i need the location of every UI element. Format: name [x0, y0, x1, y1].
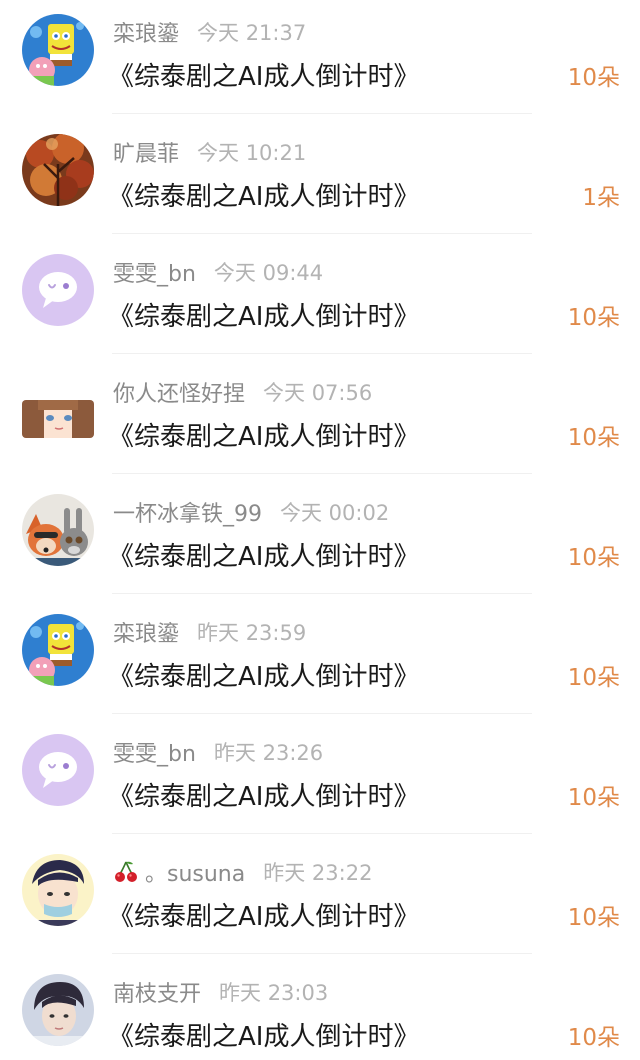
user-name[interactable]: 。susuna [145, 856, 245, 888]
divider [112, 353, 532, 354]
gift-count: 1朵 [582, 185, 620, 211]
avatar[interactable] [22, 494, 94, 566]
drama-title[interactable]: 《综泰剧之AI成人倒计时》 [108, 56, 419, 93]
timestamp: 昨天 23:22 [263, 861, 373, 885]
drama-title[interactable]: 《综泰剧之AI成人倒计时》 [108, 656, 419, 693]
avatar[interactable] [22, 254, 94, 326]
avatar[interactable] [22, 854, 94, 926]
gift-count: 10朵 [567, 425, 620, 451]
list-item[interactable]: 旷晨菲 今天 10:21 《综泰剧之AI成人倒计时》 1朵 [0, 120, 640, 240]
avatar[interactable] [22, 974, 94, 1046]
timestamp: 今天 07:56 [263, 381, 373, 405]
timestamp: 今天 10:21 [197, 141, 307, 165]
user-name[interactable]: 雯雯_bn [113, 736, 196, 768]
divider [112, 953, 532, 954]
cherry-icon [113, 859, 139, 885]
gift-count: 10朵 [567, 545, 620, 571]
user-name[interactable]: 栾琅鎏 [113, 16, 179, 48]
gift-count: 10朵 [567, 1025, 620, 1051]
user-name[interactable]: 雯雯_bn [113, 256, 196, 288]
user-name[interactable]: 南枝支开 [113, 976, 201, 1008]
avatar[interactable] [22, 134, 94, 206]
list-item[interactable]: 南枝支开 昨天 23:03 《综泰剧之AI成人倒计时》 10朵 [0, 960, 640, 1060]
list-item[interactable]: 你人还怪好捏 今天 07:56 《综泰剧之AI成人倒计时》 10朵 [0, 360, 640, 480]
drama-title[interactable]: 《综泰剧之AI成人倒计时》 [108, 776, 419, 813]
drama-title[interactable]: 《综泰剧之AI成人倒计时》 [108, 536, 419, 573]
timestamp: 今天 21:37 [197, 21, 307, 45]
timestamp: 昨天 23:59 [197, 621, 307, 645]
gift-count: 10朵 [567, 905, 620, 931]
list-item[interactable]: 。susuna 昨天 23:22 《综泰剧之AI成人倒计时》 10朵 [0, 840, 640, 960]
timestamp: 昨天 23:03 [219, 981, 329, 1005]
divider [112, 713, 532, 714]
list-item[interactable]: 雯雯_bn 今天 09:44 《综泰剧之AI成人倒计时》 10朵 [0, 240, 640, 360]
divider [112, 473, 532, 474]
list-item[interactable]: 一杯冰拿铁_99 今天 00:02 《综泰剧之AI成人倒计时》 10朵 [0, 480, 640, 600]
drama-title[interactable]: 《综泰剧之AI成人倒计时》 [108, 416, 419, 453]
avatar[interactable] [22, 14, 94, 86]
gift-count: 10朵 [567, 305, 620, 331]
user-name[interactable]: 一杯冰拿铁_99 [113, 496, 262, 528]
timestamp: 今天 00:02 [280, 501, 390, 525]
gift-count: 10朵 [567, 665, 620, 691]
drama-title[interactable]: 《综泰剧之AI成人倒计时》 [108, 1016, 419, 1053]
avatar[interactable] [22, 734, 94, 806]
user-name[interactable]: 旷晨菲 [113, 136, 179, 168]
divider [112, 593, 532, 594]
user-name[interactable]: 栾琅鎏 [113, 616, 179, 648]
user-name[interactable]: 你人还怪好捏 [113, 376, 245, 408]
drama-title[interactable]: 《综泰剧之AI成人倒计时》 [108, 896, 419, 933]
gift-record-list: 栾琅鎏 今天 21:37 《综泰剧之AI成人倒计时》 10朵 旷晨菲 今天 10… [0, 0, 640, 1060]
drama-title[interactable]: 《综泰剧之AI成人倒计时》 [108, 176, 419, 213]
gift-count: 10朵 [567, 65, 620, 91]
avatar[interactable] [22, 614, 94, 686]
list-item[interactable]: 栾琅鎏 今天 21:37 《综泰剧之AI成人倒计时》 10朵 [0, 0, 640, 120]
list-item[interactable]: 雯雯_bn 昨天 23:26 《综泰剧之AI成人倒计时》 10朵 [0, 720, 640, 840]
divider [112, 113, 532, 114]
list-item[interactable]: 栾琅鎏 昨天 23:59 《综泰剧之AI成人倒计时》 10朵 [0, 600, 640, 720]
timestamp: 昨天 23:26 [213, 741, 324, 765]
divider [112, 833, 532, 834]
drama-title[interactable]: 《综泰剧之AI成人倒计时》 [108, 296, 419, 333]
avatar[interactable] [22, 400, 94, 438]
gift-count: 10朵 [567, 785, 620, 811]
divider [112, 233, 532, 234]
timestamp: 今天 09:44 [213, 261, 324, 285]
